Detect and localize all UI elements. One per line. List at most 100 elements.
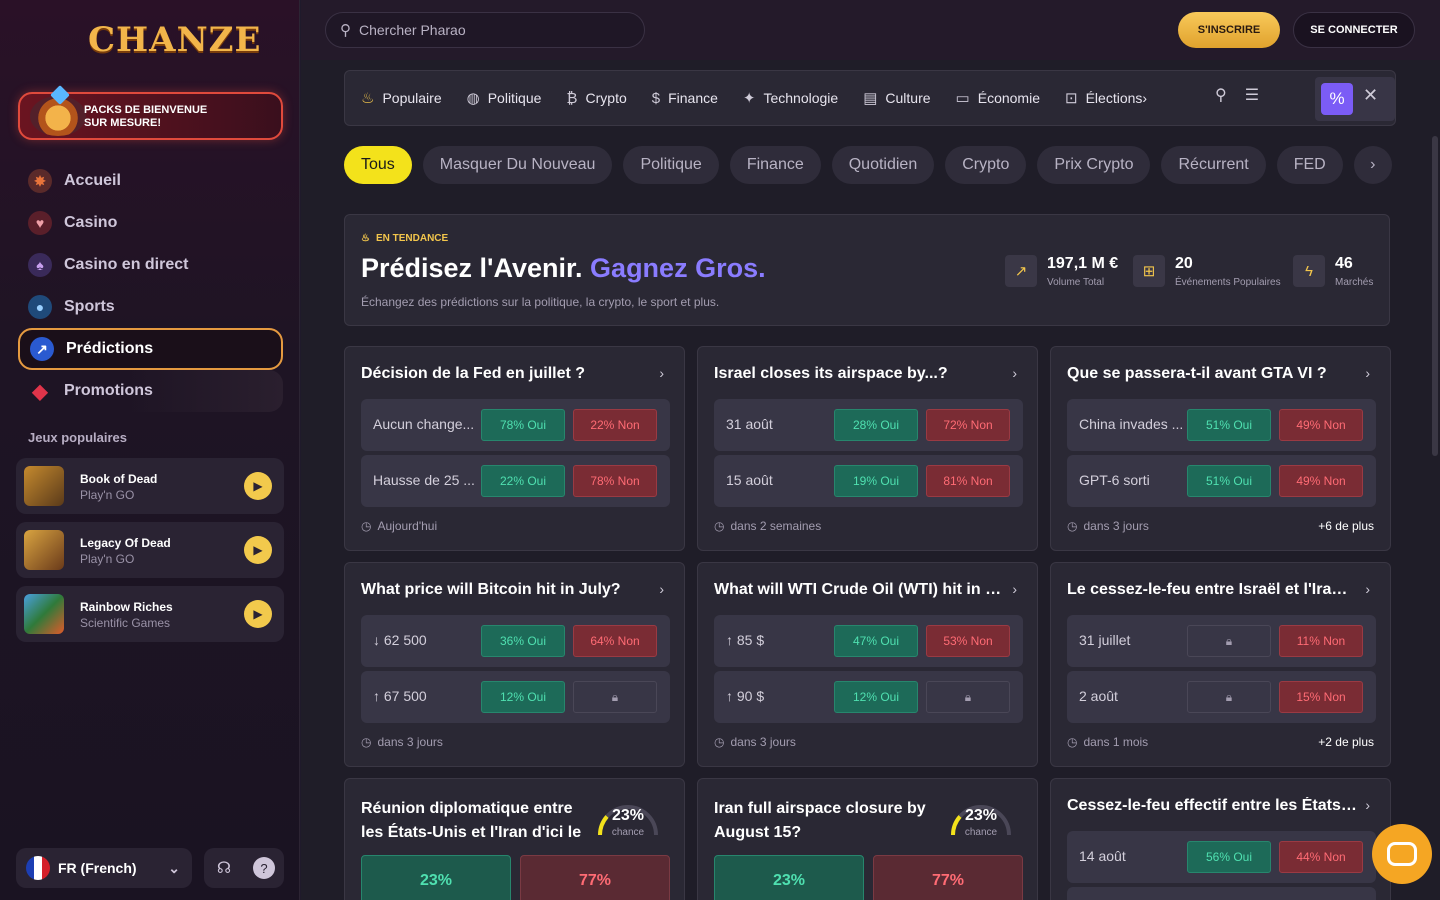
headset-icon[interactable]: ☊ [213, 857, 235, 879]
yes-button[interactable]: 47% Oui [834, 625, 918, 657]
no-button[interactable]: 22% Non [573, 409, 657, 441]
chip-fed[interactable]: FED [1276, 146, 1343, 184]
no-button[interactable]: 72% Non [926, 409, 1010, 441]
game-item[interactable]: Rainbow Riches Scientific Games ▶ [16, 586, 284, 642]
no-button[interactable]: 77% [520, 855, 670, 900]
category-politique[interactable]: ◍ Politique [467, 89, 542, 107]
category-finance[interactable]: $ Finance [652, 90, 718, 107]
sidebar-item-sports[interactable]: ● Sports [18, 286, 283, 328]
no-button[interactable]: 78% Non [573, 465, 657, 497]
chip-tous[interactable]: Tous [344, 146, 412, 184]
no-button[interactable]: 81% Non [926, 465, 1010, 497]
category-label: Populaire [382, 90, 442, 106]
yes-button[interactable]: 78% Oui [481, 409, 565, 441]
market-card[interactable]: What will WTI Crude Oil (WTI) hit in J..… [697, 562, 1038, 767]
yes-button[interactable]: 36% Oui [481, 625, 565, 657]
no-button[interactable]: 15% Non [1279, 681, 1363, 713]
category-culture[interactable]: ▤ Culture [863, 89, 930, 107]
chevron-right-icon[interactable]: › [1353, 146, 1392, 184]
filter-sliders-icon[interactable]: ☰ [1245, 85, 1259, 105]
no-button[interactable]: 11% Non [1279, 625, 1363, 657]
no-button[interactable]: 49% Non [1279, 409, 1363, 441]
lock-icon: 🔒︎ [573, 681, 657, 713]
language-label: FR (French) [58, 860, 137, 876]
search-icon[interactable]: ⚲ [1215, 85, 1227, 105]
yes-button[interactable]: 51% Oui [1187, 465, 1271, 497]
market-card[interactable]: Le cessez-le-feu entre Israël et l'Iran … [1050, 562, 1391, 767]
language-selector[interactable]: FR (French) ⌄ [16, 848, 192, 888]
game-item[interactable]: Book of Dead Play'n GO ▶ [16, 458, 284, 514]
category-technologie[interactable]: ✦ Technologie [743, 89, 838, 107]
chevron-right-icon[interactable]: › [1012, 581, 1017, 597]
percent-icon[interactable]: % [1321, 83, 1353, 115]
chip-quotidien[interactable]: Quotidien [831, 146, 935, 184]
more-outcomes-link[interactable]: +2 de plus [1318, 735, 1374, 749]
yes-button[interactable]: 28% Oui [834, 409, 918, 441]
market-deadline: ◷ dans 3 jours [361, 735, 443, 749]
market-card[interactable]: Israel closes its airspace by...? › 31 a… [697, 346, 1038, 551]
play-icon[interactable]: ▶ [244, 600, 272, 628]
game-item[interactable]: Legacy Of Dead Play'n GO ▶ [16, 522, 284, 578]
predictions-chart-icon: ↗ [30, 337, 54, 361]
no-button[interactable]: 77% [873, 855, 1023, 900]
sidebar-item-casino[interactable]: ♥ Casino [18, 202, 283, 244]
search-input[interactable]: ⚲ Chercher Pharao [325, 12, 645, 48]
chevron-right-icon[interactable]: › [1365, 365, 1370, 381]
chip-crypto[interactable]: Crypto [945, 146, 1027, 184]
chevron-right-icon[interactable]: › [659, 581, 664, 597]
binary-market-card[interactable]: Réunion diplomatique entre les États-Uni… [344, 778, 685, 900]
brand-logo[interactable]: CHANZE [88, 10, 260, 68]
market-card[interactable]: What price will Bitcoin hit in July? › ↓… [344, 562, 685, 767]
yes-button[interactable]: 51% Oui [1187, 409, 1271, 441]
trend-up-icon: ↗ [1005, 255, 1037, 287]
category-economie[interactable]: ▭ Économie [956, 89, 1040, 107]
chevron-right-icon[interactable]: › [1365, 797, 1370, 813]
yes-button[interactable]: 19% Oui [834, 465, 918, 497]
chevron-right-icon[interactable]: › [1012, 365, 1017, 381]
chip-masquer-nouveau[interactable]: Masquer Du Nouveau [422, 146, 613, 184]
chevron-right-icon[interactable]: › [659, 365, 664, 381]
sidebar-item-casino-live[interactable]: ♠ Casino en direct [18, 244, 283, 286]
sidebar-item-accueil[interactable]: ✸ Accueil [18, 160, 283, 202]
yes-button[interactable]: 56% Oui [1187, 841, 1271, 873]
yes-button[interactable]: 22% Oui [481, 465, 565, 497]
binary-market-card[interactable]: Iran full airspace closure by August 15?… [697, 778, 1038, 900]
help-icon[interactable]: ? [253, 857, 275, 879]
close-icon[interactable]: ✕ [1363, 85, 1378, 106]
no-button[interactable]: 64% Non [573, 625, 657, 657]
welcome-packs-banner[interactable]: PACKS DE BIENVENUE SUR MESURE! [18, 85, 283, 140]
outcome-label: 15 août [726, 472, 773, 488]
play-icon[interactable]: ▶ [244, 472, 272, 500]
chat-icon[interactable] [1372, 824, 1432, 884]
category-elections[interactable]: ⊡ Élections › [1065, 89, 1147, 107]
category-label: Économie [977, 90, 1040, 106]
yes-button[interactable]: 12% Oui [834, 681, 918, 713]
play-icon[interactable]: ▶ [244, 536, 272, 564]
category-populaire[interactable]: ♨ Populaire [361, 89, 442, 107]
sidebar-item-promotions[interactable]: ◆ Promotions [18, 370, 283, 412]
login-button[interactable]: SE CONNECTER [1293, 12, 1415, 48]
stat-value: 46 [1335, 255, 1353, 272]
yes-button[interactable]: 23% [714, 855, 864, 900]
yes-button[interactable]: 23% [361, 855, 511, 900]
more-outcomes-link[interactable]: +6 de plus [1318, 519, 1374, 533]
chip-politique[interactable]: Politique [623, 146, 719, 184]
category-crypto[interactable]: ₿ Crypto [566, 90, 626, 107]
chip-finance[interactable]: Finance [729, 146, 821, 184]
stat-label: Marchés [1335, 277, 1374, 288]
chip-recurrent[interactable]: Récurrent [1161, 146, 1266, 184]
chevron-right-icon[interactable]: › [1365, 581, 1370, 597]
game-provider: Play'n GO [80, 552, 135, 566]
market-card[interactable]: Cessez-le-feu effectif entre les États-.… [1050, 778, 1391, 900]
signup-button[interactable]: S'INSCRIRE [1178, 12, 1280, 48]
market-card[interactable]: Décision de la Fed en juillet ? › Aucun … [344, 346, 685, 551]
market-card[interactable]: Que se passera-t-il avant GTA VI ? › Chi… [1050, 346, 1391, 551]
no-button[interactable]: 49% Non [1279, 465, 1363, 497]
chip-prix-crypto[interactable]: Prix Crypto [1037, 146, 1151, 184]
sidebar-item-predictions[interactable]: ↗ Prédictions [18, 328, 283, 370]
yes-button[interactable]: 12% Oui [481, 681, 565, 713]
no-button[interactable]: 44% Non [1279, 841, 1363, 873]
scrollbar[interactable] [1432, 136, 1438, 456]
no-button[interactable]: 53% Non [926, 625, 1010, 657]
grid-icon: ⊞ [1133, 255, 1165, 287]
